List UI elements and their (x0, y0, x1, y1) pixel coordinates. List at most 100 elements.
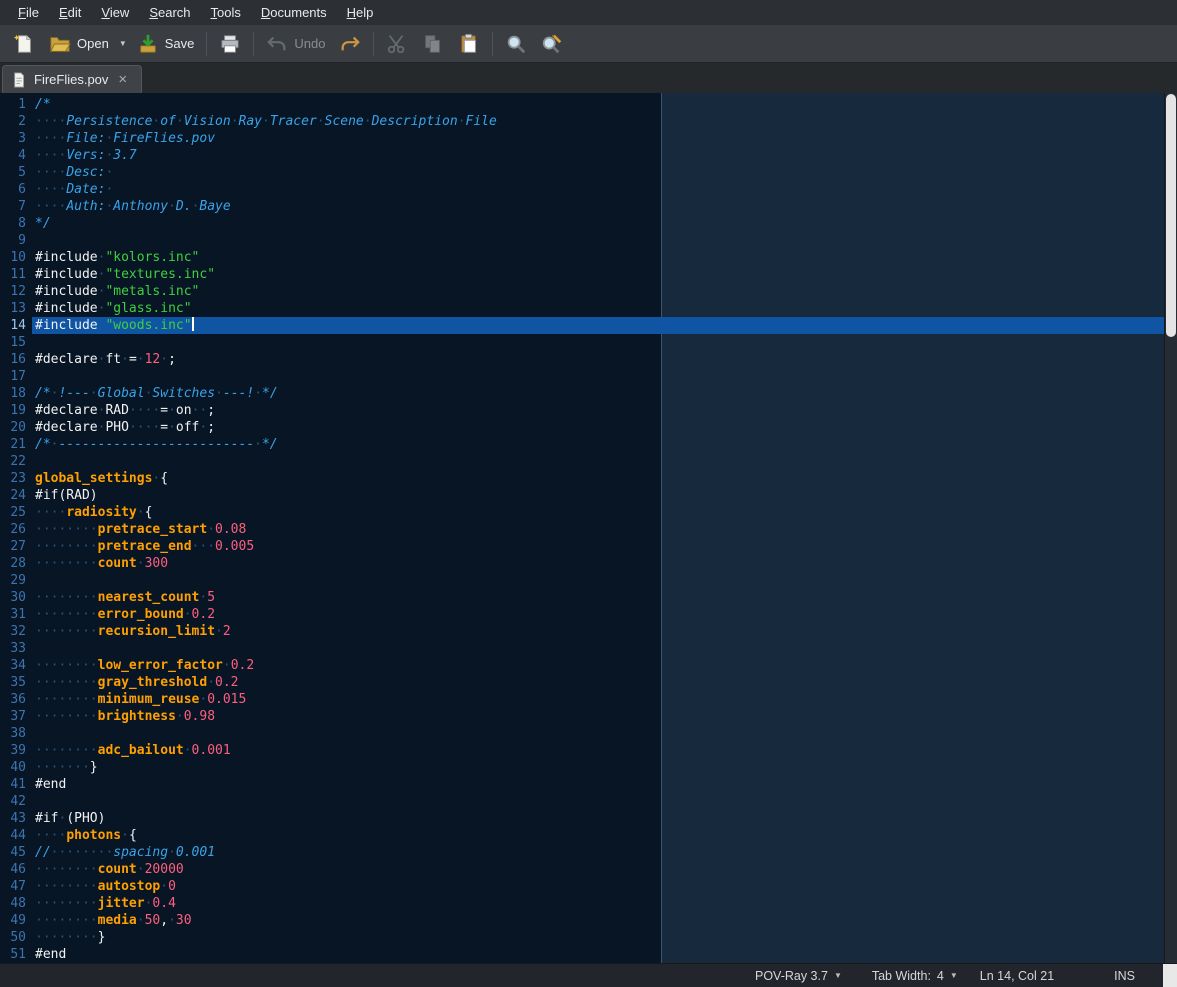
new-document-icon (13, 33, 35, 55)
vertical-scrollbar[interactable] (1164, 93, 1177, 963)
code-line[interactable]: #end (32, 946, 1164, 963)
line-number: 27 (0, 538, 26, 555)
cut-button[interactable] (379, 28, 415, 60)
line-number: 24 (0, 487, 26, 504)
code-line[interactable]: ········gray_threshold·0.2 (32, 674, 1164, 691)
code-line[interactable]: ········media·50,·30 (32, 912, 1164, 929)
code-line[interactable]: #include·"glass.inc" (32, 300, 1164, 317)
code-line[interactable]: ········error_bound·0.2 (32, 606, 1164, 623)
menu-search[interactable]: Search (139, 1, 200, 24)
tab-width-label: Tab Width: (872, 969, 931, 983)
code-line[interactable]: //········spacing·0.001 (32, 844, 1164, 861)
code-line[interactable]: #if(RAD) (32, 487, 1164, 504)
tab-width-selector[interactable]: Tab Width: 4 ▼ (864, 967, 966, 985)
code-line[interactable] (32, 453, 1164, 470)
line-number: 45 (0, 844, 26, 861)
undo-button[interactable]: Undo (259, 28, 332, 60)
menu-edit[interactable]: Edit (49, 1, 91, 24)
code-line[interactable]: global_settings·{ (32, 470, 1164, 487)
menu-file[interactable]: File (8, 1, 49, 24)
menu-help[interactable]: Help (337, 1, 384, 24)
code-line[interactable]: ····Date:· (32, 181, 1164, 198)
line-number: 42 (0, 793, 26, 810)
code-line[interactable]: ········low_error_factor·0.2 (32, 657, 1164, 674)
cursor-position: Ln 14, Col 21 (980, 969, 1054, 983)
code-line[interactable]: ····Persistence·of·Vision·Ray·Tracer·Sce… (32, 113, 1164, 130)
resize-grip[interactable] (1163, 964, 1177, 987)
toolbar-separator (373, 32, 374, 56)
code-line[interactable]: ····radiosity·{ (32, 504, 1164, 521)
line-number: 17 (0, 368, 26, 385)
code-line[interactable]: /*·!---·Global·Switches·---!·*/ (32, 385, 1164, 402)
code-line[interactable] (32, 334, 1164, 351)
code-line[interactable]: #declare·RAD····=·on··; (32, 402, 1164, 419)
code-lines[interactable]: /*····Persistence·of·Vision·Ray·Tracer·S… (32, 96, 1164, 963)
code-line[interactable]: ········autostop·0 (32, 878, 1164, 895)
paste-button[interactable] (451, 28, 487, 60)
code-line[interactable]: #declare·PHO····=·off·; (32, 419, 1164, 436)
open-dropdown-button[interactable]: ▼ (116, 28, 130, 60)
code-line[interactable]: ········} (32, 929, 1164, 946)
line-number: 15 (0, 334, 26, 351)
code-line[interactable] (32, 725, 1164, 742)
language-selector[interactable]: POV-Ray 3.7 ▼ (747, 967, 850, 985)
code-line[interactable]: ····File:·FireFlies.pov (32, 130, 1164, 147)
code-line[interactable]: ········recursion_limit·2 (32, 623, 1164, 640)
menu-documents[interactable]: Documents (251, 1, 337, 24)
code-line[interactable]: #include·"metals.inc" (32, 283, 1164, 300)
code-line[interactable]: ········brightness·0.98 (32, 708, 1164, 725)
copy-button[interactable] (415, 28, 451, 60)
code-line[interactable]: ····Vers:·3.7 (32, 147, 1164, 164)
open-button[interactable]: Open (42, 28, 116, 60)
save-button[interactable]: Save (130, 28, 202, 60)
code-line[interactable] (32, 640, 1164, 657)
new-document-button[interactable] (6, 28, 42, 60)
code-line[interactable]: */ (32, 215, 1164, 232)
tab-fireflies[interactable]: FireFlies.pov × (2, 65, 142, 93)
line-number: 37 (0, 708, 26, 725)
code-line[interactable]: ········count·300 (32, 555, 1164, 572)
code-line[interactable]: #include·"kolors.inc" (32, 249, 1164, 266)
code-line[interactable]: /*·-------------------------·*/ (32, 436, 1164, 453)
code-line[interactable]: #include·"woods.inc" (32, 317, 1164, 334)
code-line[interactable]: ········minimum_reuse·0.015 (32, 691, 1164, 708)
code-line[interactable]: #end (32, 776, 1164, 793)
line-number: 44 (0, 827, 26, 844)
code-line[interactable]: ····Auth:·Anthony·D.·Baye (32, 198, 1164, 215)
line-number: 23 (0, 470, 26, 487)
find-button[interactable] (498, 28, 534, 60)
code-line[interactable]: #include·"textures.inc" (32, 266, 1164, 283)
menu-tools[interactable]: Tools (201, 1, 251, 24)
tab-label: FireFlies.pov (34, 72, 108, 87)
redo-button[interactable] (332, 28, 368, 60)
line-number: 8 (0, 215, 26, 232)
code-line[interactable]: ········jitter·0.4 (32, 895, 1164, 912)
line-number: 11 (0, 266, 26, 283)
line-number: 41 (0, 776, 26, 793)
chevron-down-icon: ▼ (950, 971, 958, 980)
code-line[interactable] (32, 232, 1164, 249)
line-number: 6 (0, 181, 26, 198)
code-line[interactable]: ····Desc:· (32, 164, 1164, 181)
code-line[interactable]: ········pretrace_end···0.005 (32, 538, 1164, 555)
code-line[interactable]: ····photons·{ (32, 827, 1164, 844)
code-line[interactable]: #if·(PHO) (32, 810, 1164, 827)
code-line[interactable]: /* (32, 96, 1164, 113)
code-line[interactable]: #declare·ft·=·12·; (32, 351, 1164, 368)
code-line[interactable]: ········adc_bailout·0.001 (32, 742, 1164, 759)
scrollbar-thumb[interactable] (1166, 94, 1176, 337)
code-line[interactable]: ·······} (32, 759, 1164, 776)
print-button[interactable] (212, 28, 248, 60)
tab-close-icon[interactable]: × (115, 73, 130, 87)
code-line[interactable] (32, 793, 1164, 810)
find-replace-button[interactable] (534, 28, 570, 60)
line-number: 2 (0, 113, 26, 130)
code-area[interactable]: /*····Persistence·of·Vision·Ray·Tracer·S… (32, 93, 1164, 963)
code-line[interactable]: ········count·20000 (32, 861, 1164, 878)
code-line[interactable] (32, 368, 1164, 385)
code-line[interactable] (32, 572, 1164, 589)
code-line[interactable]: ········nearest_count·5 (32, 589, 1164, 606)
line-number: 18 (0, 385, 26, 402)
menu-view[interactable]: View (91, 1, 139, 24)
code-line[interactable]: ········pretrace_start·0.08 (32, 521, 1164, 538)
